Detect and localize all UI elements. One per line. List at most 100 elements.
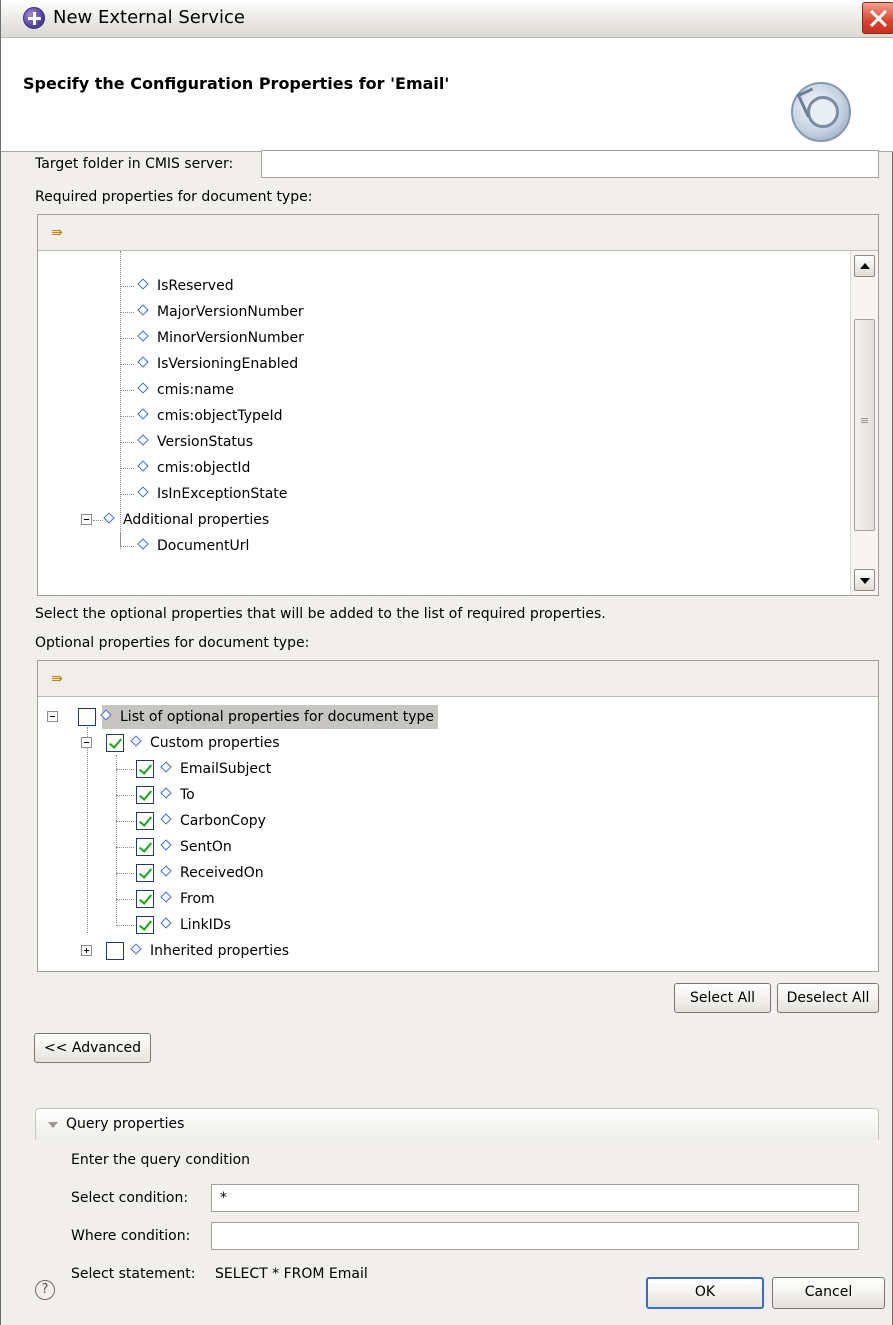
tree-item[interactable]: MinorVersionNumber: [137, 326, 304, 350]
property-label: To: [180, 787, 195, 803]
property-label: Additional properties: [123, 512, 270, 528]
tree-item[interactable]: To: [160, 783, 195, 807]
expand-all-icon[interactable]: ⇛: [48, 224, 66, 242]
custom-properties-checkbox[interactable]: [106, 734, 124, 752]
property-label: cmis:name: [157, 382, 234, 398]
page-title: Specify the Configuration Properties for…: [23, 74, 450, 93]
property-icon: [160, 761, 172, 773]
property-icon: [137, 382, 149, 394]
tree-item[interactable]: MajorVersionNumber: [137, 300, 304, 324]
property-icon: [160, 839, 172, 851]
tree-item[interactable]: CarbonCopy: [160, 809, 266, 833]
property-icon: [137, 330, 149, 342]
scroll-down-icon[interactable]: [854, 569, 875, 591]
property-icon: [103, 512, 115, 524]
property-icon: [160, 917, 172, 929]
property-checkbox[interactable]: [136, 838, 154, 856]
property-checkbox[interactable]: [136, 864, 154, 882]
collapse-icon[interactable]: [47, 711, 58, 722]
tree-item[interactable]: IsReserved: [137, 274, 234, 298]
advanced-toggle-button[interactable]: << Advanced: [34, 1033, 151, 1063]
root-checkbox[interactable]: [78, 708, 96, 726]
property-checkbox[interactable]: [136, 760, 154, 778]
tree-item[interactable]: SentOn: [160, 835, 232, 859]
tree-group-additional[interactable]: Additional properties: [103, 508, 270, 532]
property-label: List of optional properties for document…: [120, 709, 435, 725]
target-folder-label: Target folder in CMIS server:: [35, 156, 234, 172]
cancel-button[interactable]: Cancel: [772, 1277, 885, 1309]
tree-item[interactable]: cmis:objectTypeId: [137, 404, 283, 428]
property-label: IsInExceptionState: [157, 486, 288, 502]
optional-hint-text: Select the optional properties that will…: [35, 606, 606, 622]
property-icon: [130, 735, 142, 747]
property-checkbox[interactable]: [136, 786, 154, 804]
tree-item[interactable]: LinkIDs: [160, 913, 231, 937]
tree-item[interactable]: EmailSubject: [160, 757, 272, 781]
property-label: cmis:objectId: [157, 460, 251, 476]
select-condition-input[interactable]: [211, 1184, 859, 1212]
required-properties-tree: ⇛ IsReserved MajorVersionNumber MinorVersi…: [37, 214, 879, 596]
dialog-window: New External Service Specify the Configu…: [0, 0, 893, 1325]
tree-item[interactable]: From: [160, 887, 215, 911]
property-icon: [137, 304, 149, 316]
property-icon: [137, 538, 149, 550]
help-icon[interactable]: ?: [35, 1280, 55, 1300]
required-tree-toolbar: ⇛: [38, 215, 878, 251]
expand-icon[interactable]: [81, 945, 92, 956]
property-label: cmis:objectTypeId: [157, 408, 283, 424]
property-label: LinkIDs: [180, 917, 231, 933]
property-icon: [160, 787, 172, 799]
where-condition-label: Where condition:: [71, 1228, 191, 1244]
property-icon: [100, 709, 112, 721]
required-properties-label: Required properties for document type:: [35, 189, 313, 205]
wizard-banner: Specify the Configuration Properties for…: [1, 38, 893, 152]
property-label: IsVersioningEnabled: [157, 356, 299, 372]
tree-item[interactable]: IsVersioningEnabled: [137, 352, 299, 376]
tree-root-optional[interactable]: List of optional properties for document…: [100, 705, 439, 729]
property-icon: [130, 943, 142, 955]
property-icon: [137, 278, 149, 290]
property-icon: [160, 865, 172, 877]
close-icon[interactable]: [862, 2, 893, 34]
select-statement-label: Select statement:: [71, 1266, 196, 1282]
query-intro-text: Enter the query condition: [71, 1152, 251, 1168]
select-all-button[interactable]: Select All: [674, 983, 771, 1013]
property-label: CarbonCopy: [180, 813, 266, 829]
property-icon: [160, 891, 172, 903]
target-folder-input[interactable]: [261, 150, 879, 178]
property-checkbox[interactable]: [136, 812, 154, 830]
expand-all-icon[interactable]: ⇛: [48, 670, 66, 688]
property-checkbox[interactable]: [136, 890, 154, 908]
property-label: VersionStatus: [157, 434, 254, 450]
property-label: From: [180, 891, 215, 907]
property-checkbox[interactable]: [136, 916, 154, 934]
tree-item[interactable]: VersionStatus: [137, 430, 254, 454]
tree-item[interactable]: cmis:objectId: [137, 456, 251, 480]
property-icon: [137, 408, 149, 420]
property-icon: [137, 434, 149, 446]
tree-item[interactable]: cmis:name: [137, 378, 234, 402]
tree-group-inherited[interactable]: Inherited properties: [130, 939, 290, 963]
required-tree-scrollbar[interactable]: [850, 251, 878, 595]
scroll-up-icon[interactable]: [854, 255, 875, 277]
property-label: Custom properties: [150, 735, 280, 751]
tree-item[interactable]: DocumentUrl: [137, 534, 250, 558]
optional-properties-label: Optional properties for document type:: [35, 635, 310, 651]
collapse-icon[interactable]: [81, 737, 92, 748]
scroll-thumb[interactable]: [854, 319, 875, 531]
tree-item[interactable]: IsInExceptionState: [137, 482, 288, 506]
query-properties-section[interactable]: Query properties: [35, 1108, 879, 1140]
ok-button[interactable]: OK: [646, 1277, 764, 1309]
property-label: Inherited properties: [150, 943, 290, 959]
where-condition-input[interactable]: [211, 1222, 859, 1250]
collapse-icon[interactable]: [81, 514, 92, 525]
property-label: EmailSubject: [180, 761, 272, 777]
app-icon: [23, 7, 45, 29]
tree-item[interactable]: ReceivedOn: [160, 861, 264, 885]
inherited-properties-checkbox[interactable]: [106, 942, 124, 960]
property-label: DocumentUrl: [157, 538, 250, 554]
property-label: SentOn: [180, 839, 232, 855]
collapse-triangle-icon[interactable]: [48, 1122, 58, 1128]
deselect-all-button[interactable]: Deselect All: [777, 983, 879, 1013]
tree-group-custom[interactable]: Custom properties: [130, 731, 280, 755]
